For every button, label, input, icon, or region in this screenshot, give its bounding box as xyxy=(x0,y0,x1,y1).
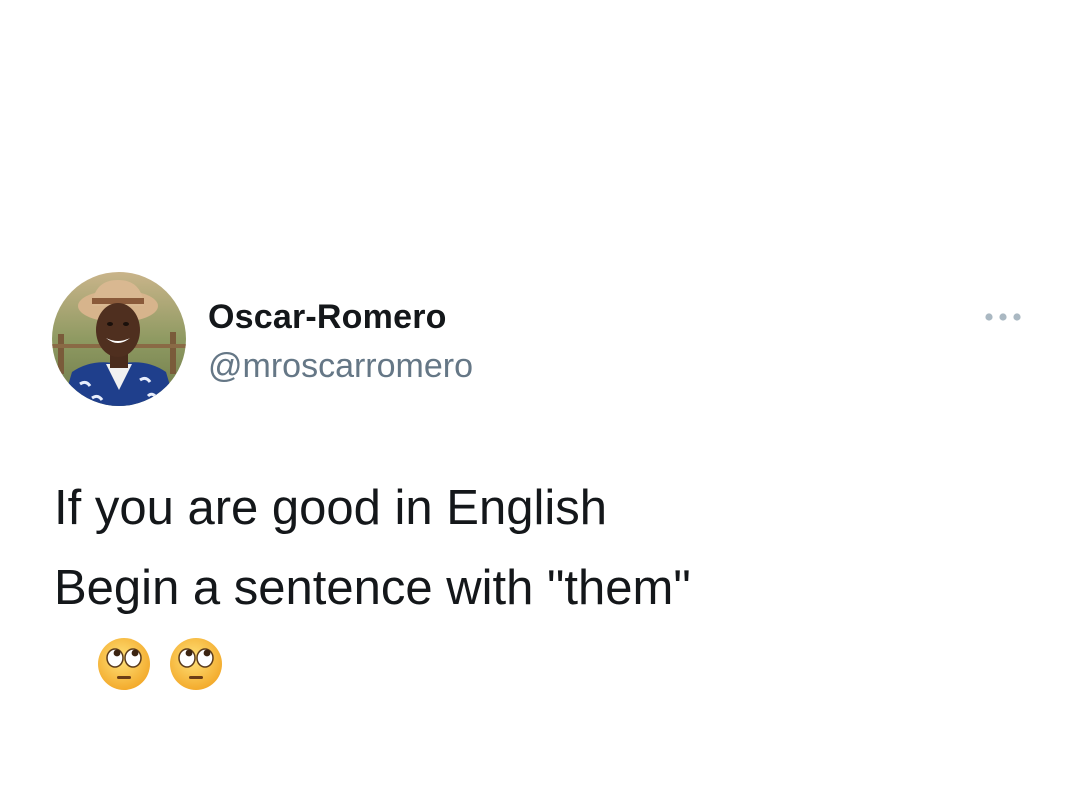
profile-photo-icon xyxy=(52,272,186,406)
tweet-text-line: Begin a sentence with "them" xyxy=(54,561,691,615)
tweet-card: Oscar-Romero @mroscarromero If you are g… xyxy=(0,0,1080,806)
ellipsis-icon xyxy=(985,313,1021,321)
more-options-button[interactable] xyxy=(978,306,1028,328)
avatar[interactable] xyxy=(52,272,186,406)
face-with-rolling-eyes-icon xyxy=(168,636,224,692)
author-display-name[interactable]: Oscar-Romero xyxy=(208,296,447,338)
tweet-text-line: If you are good in English xyxy=(54,481,607,535)
emoji-row xyxy=(96,636,224,694)
author-handle[interactable]: @mroscarromero xyxy=(208,345,473,387)
tweet-text: If you are good in English Begin a sente… xyxy=(54,468,691,628)
face-with-rolling-eyes-icon xyxy=(96,636,152,692)
